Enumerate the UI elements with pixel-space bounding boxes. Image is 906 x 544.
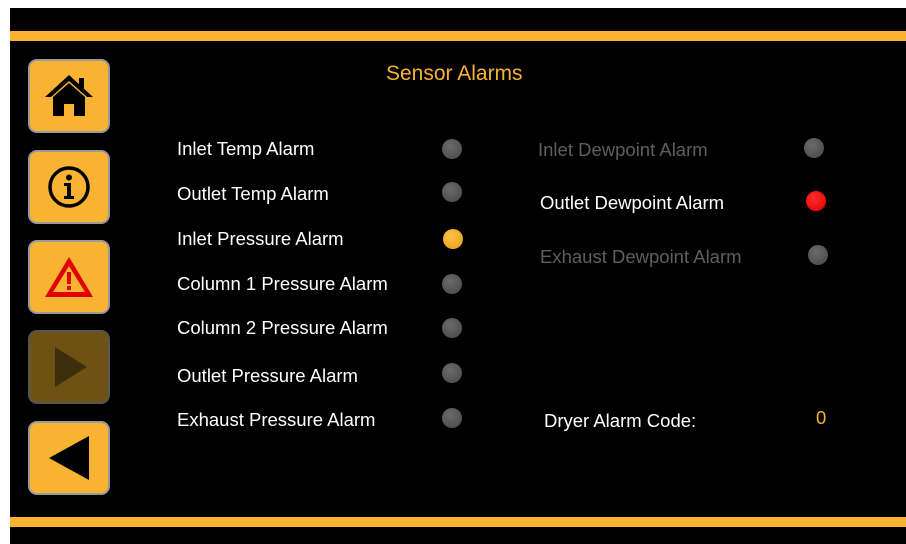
led-inlet-temp <box>442 139 462 159</box>
info-icon <box>48 166 90 208</box>
back-button[interactable] <box>28 421 110 495</box>
hmi-screen: Sensor Alarms Inlet Temp Alarm Outlet Te… <box>10 8 906 544</box>
alarm-code-label: Dryer Alarm Code: <box>544 410 697 431</box>
play-right-icon <box>55 347 87 387</box>
warning-icon <box>45 257 93 297</box>
next-button[interactable] <box>28 330 110 404</box>
alarm-label-inlet-temp: Inlet Temp Alarm <box>177 138 315 159</box>
alarm-label-exhaust-dewpoint: Exhaust Dewpoint Alarm <box>540 246 742 267</box>
info-button[interactable] <box>28 150 110 224</box>
led-exhaust-dewpoint <box>808 245 828 265</box>
alarm-label-inlet-pressure: Inlet Pressure Alarm <box>177 228 344 249</box>
led-inlet-dewpoint <box>804 138 824 158</box>
alarm-label-outlet-dewpoint: Outlet Dewpoint Alarm <box>540 192 725 213</box>
alarm-label-exhaust-pressure: Exhaust Pressure Alarm <box>177 409 376 430</box>
page-title: Sensor Alarms <box>386 62 523 85</box>
alarm-label-column-1-pressure: Column 1 Pressure Alarm <box>177 273 388 294</box>
alarm-code-value: 0 <box>816 407 827 428</box>
alarm-label-outlet-pressure: Outlet Pressure Alarm <box>177 365 358 386</box>
led-exhaust-pressure <box>442 408 462 428</box>
arrow-left-icon <box>49 436 89 480</box>
home-button[interactable] <box>28 59 110 133</box>
led-outlet-pressure <box>442 363 462 383</box>
alarm-label-column-2-pressure: Column 2 Pressure Alarm <box>177 317 388 338</box>
led-outlet-dewpoint <box>806 191 826 211</box>
alarm-label-inlet-dewpoint: Inlet Dewpoint Alarm <box>538 139 708 160</box>
led-outlet-temp <box>442 182 462 202</box>
led-column-2-pressure <box>442 318 462 338</box>
alarms-button[interactable] <box>28 240 110 314</box>
home-icon <box>45 75 93 116</box>
alarm-label-outlet-temp: Outlet Temp Alarm <box>177 183 329 204</box>
led-column-1-pressure <box>442 274 462 294</box>
bottom-accent-bar <box>10 517 906 527</box>
top-accent-bar <box>10 31 906 41</box>
led-inlet-pressure <box>443 229 463 249</box>
